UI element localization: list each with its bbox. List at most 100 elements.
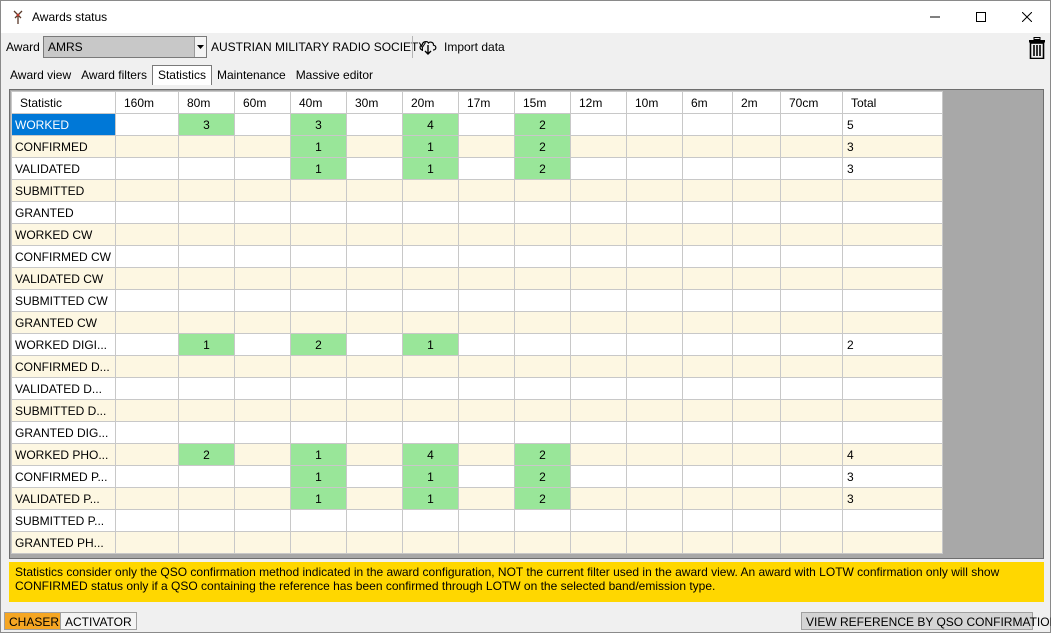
table-cell[interactable]: 3 <box>178 113 235 136</box>
total-cell[interactable] <box>842 311 943 334</box>
table-cell[interactable] <box>234 201 291 224</box>
table-cell[interactable] <box>346 201 403 224</box>
row-label[interactable]: VALIDATED D... <box>11 377 116 400</box>
row-label[interactable]: VALIDATED P... <box>11 487 116 510</box>
table-cell[interactable] <box>290 311 347 334</box>
table-cell[interactable] <box>682 223 733 246</box>
table-cell[interactable] <box>290 201 347 224</box>
column-header[interactable]: Total <box>842 91 943 114</box>
table-cell[interactable] <box>178 509 235 532</box>
column-header[interactable]: 20m <box>402 91 459 114</box>
table-cell[interactable] <box>346 421 403 444</box>
table-cell[interactable] <box>346 311 403 334</box>
table-cell[interactable] <box>626 179 683 202</box>
table-cell[interactable] <box>514 333 571 356</box>
table-cell[interactable]: 1 <box>290 135 347 158</box>
total-cell[interactable] <box>842 201 943 224</box>
view-reference-button[interactable]: VIEW REFERENCE BY QSO CONFIRMATION <box>801 612 1051 630</box>
table-row[interactable]: SUBMITTED CW <box>11 289 943 312</box>
table-cell[interactable] <box>780 157 843 180</box>
total-cell[interactable] <box>842 377 943 400</box>
column-header[interactable]: 12m <box>570 91 627 114</box>
table-cell[interactable] <box>346 113 403 136</box>
table-cell[interactable] <box>458 487 515 510</box>
tab-maintenance[interactable]: Maintenance <box>212 65 291 85</box>
table-cell[interactable] <box>115 157 179 180</box>
table-cell[interactable] <box>682 113 733 136</box>
table-cell[interactable] <box>115 135 179 158</box>
table-cell[interactable] <box>346 333 403 356</box>
table-cell[interactable] <box>234 311 291 334</box>
table-cell[interactable] <box>346 531 403 554</box>
table-cell[interactable] <box>570 399 627 422</box>
table-cell[interactable] <box>234 487 291 510</box>
table-cell[interactable] <box>682 311 733 334</box>
table-cell[interactable]: 1 <box>402 135 459 158</box>
total-cell[interactable]: 3 <box>842 157 943 180</box>
total-cell[interactable] <box>842 289 943 312</box>
table-row[interactable]: WORKED PHO... 2 1 4 2 4 <box>11 443 943 466</box>
import-data-button[interactable]: Import data <box>418 35 505 59</box>
table-cell[interactable] <box>626 289 683 312</box>
table-cell[interactable] <box>780 487 843 510</box>
table-cell[interactable] <box>732 465 781 488</box>
table-row[interactable]: WORKED 3 3 4 2 5 <box>11 113 943 136</box>
row-label[interactable]: WORKED DIGI... <box>11 333 116 356</box>
total-cell[interactable]: 3 <box>842 465 943 488</box>
table-cell[interactable]: 1 <box>402 157 459 180</box>
table-cell[interactable]: 2 <box>514 157 571 180</box>
table-cell[interactable] <box>780 531 843 554</box>
table-cell[interactable] <box>732 311 781 334</box>
table-cell[interactable] <box>115 201 179 224</box>
table-cell[interactable] <box>514 399 571 422</box>
table-cell[interactable] <box>402 399 459 422</box>
table-cell[interactable] <box>780 333 843 356</box>
table-cell[interactable] <box>732 509 781 532</box>
table-cell[interactable]: 1 <box>402 333 459 356</box>
table-cell[interactable] <box>732 377 781 400</box>
table-cell[interactable] <box>402 377 459 400</box>
table-cell[interactable] <box>234 531 291 554</box>
row-label[interactable]: GRANTED <box>11 201 116 224</box>
table-cell[interactable] <box>732 113 781 136</box>
table-cell[interactable] <box>570 157 627 180</box>
table-cell[interactable] <box>458 179 515 202</box>
table-row[interactable]: GRANTED CW <box>11 311 943 334</box>
minimize-button[interactable] <box>912 1 958 32</box>
table-cell[interactable] <box>178 465 235 488</box>
table-cell[interactable] <box>570 421 627 444</box>
row-label[interactable]: SUBMITTED P... <box>11 509 116 532</box>
total-cell[interactable] <box>842 355 943 378</box>
table-cell[interactable]: 2 <box>178 443 235 466</box>
table-cell[interactable] <box>402 267 459 290</box>
table-cell[interactable] <box>626 245 683 268</box>
table-cell[interactable]: 4 <box>402 113 459 136</box>
table-row[interactable]: CONFIRMED P... 1 1 2 3 <box>11 465 943 488</box>
table-cell[interactable] <box>234 355 291 378</box>
table-cell[interactable] <box>514 311 571 334</box>
table-cell[interactable] <box>290 179 347 202</box>
total-cell[interactable]: 3 <box>842 135 943 158</box>
table-row[interactable]: WORKED DIGI... 1 2 1 2 <box>11 333 943 356</box>
table-cell[interactable] <box>234 399 291 422</box>
table-cell[interactable] <box>570 443 627 466</box>
table-cell[interactable]: 1 <box>402 465 459 488</box>
row-label[interactable]: WORKED <box>11 113 116 136</box>
table-cell[interactable] <box>115 333 179 356</box>
table-cell[interactable] <box>570 311 627 334</box>
total-cell[interactable]: 5 <box>842 113 943 136</box>
table-cell[interactable] <box>290 377 347 400</box>
table-cell[interactable] <box>234 179 291 202</box>
table-cell[interactable] <box>570 113 627 136</box>
table-cell[interactable] <box>682 333 733 356</box>
table-cell[interactable] <box>780 289 843 312</box>
table-cell[interactable] <box>178 179 235 202</box>
row-label[interactable]: GRANTED CW <box>11 311 116 334</box>
close-button[interactable] <box>1004 1 1050 32</box>
table-cell[interactable] <box>178 421 235 444</box>
total-cell[interactable]: 4 <box>842 443 943 466</box>
total-cell[interactable] <box>842 531 943 554</box>
table-cell[interactable] <box>178 355 235 378</box>
table-cell[interactable] <box>402 179 459 202</box>
table-cell[interactable] <box>458 399 515 422</box>
